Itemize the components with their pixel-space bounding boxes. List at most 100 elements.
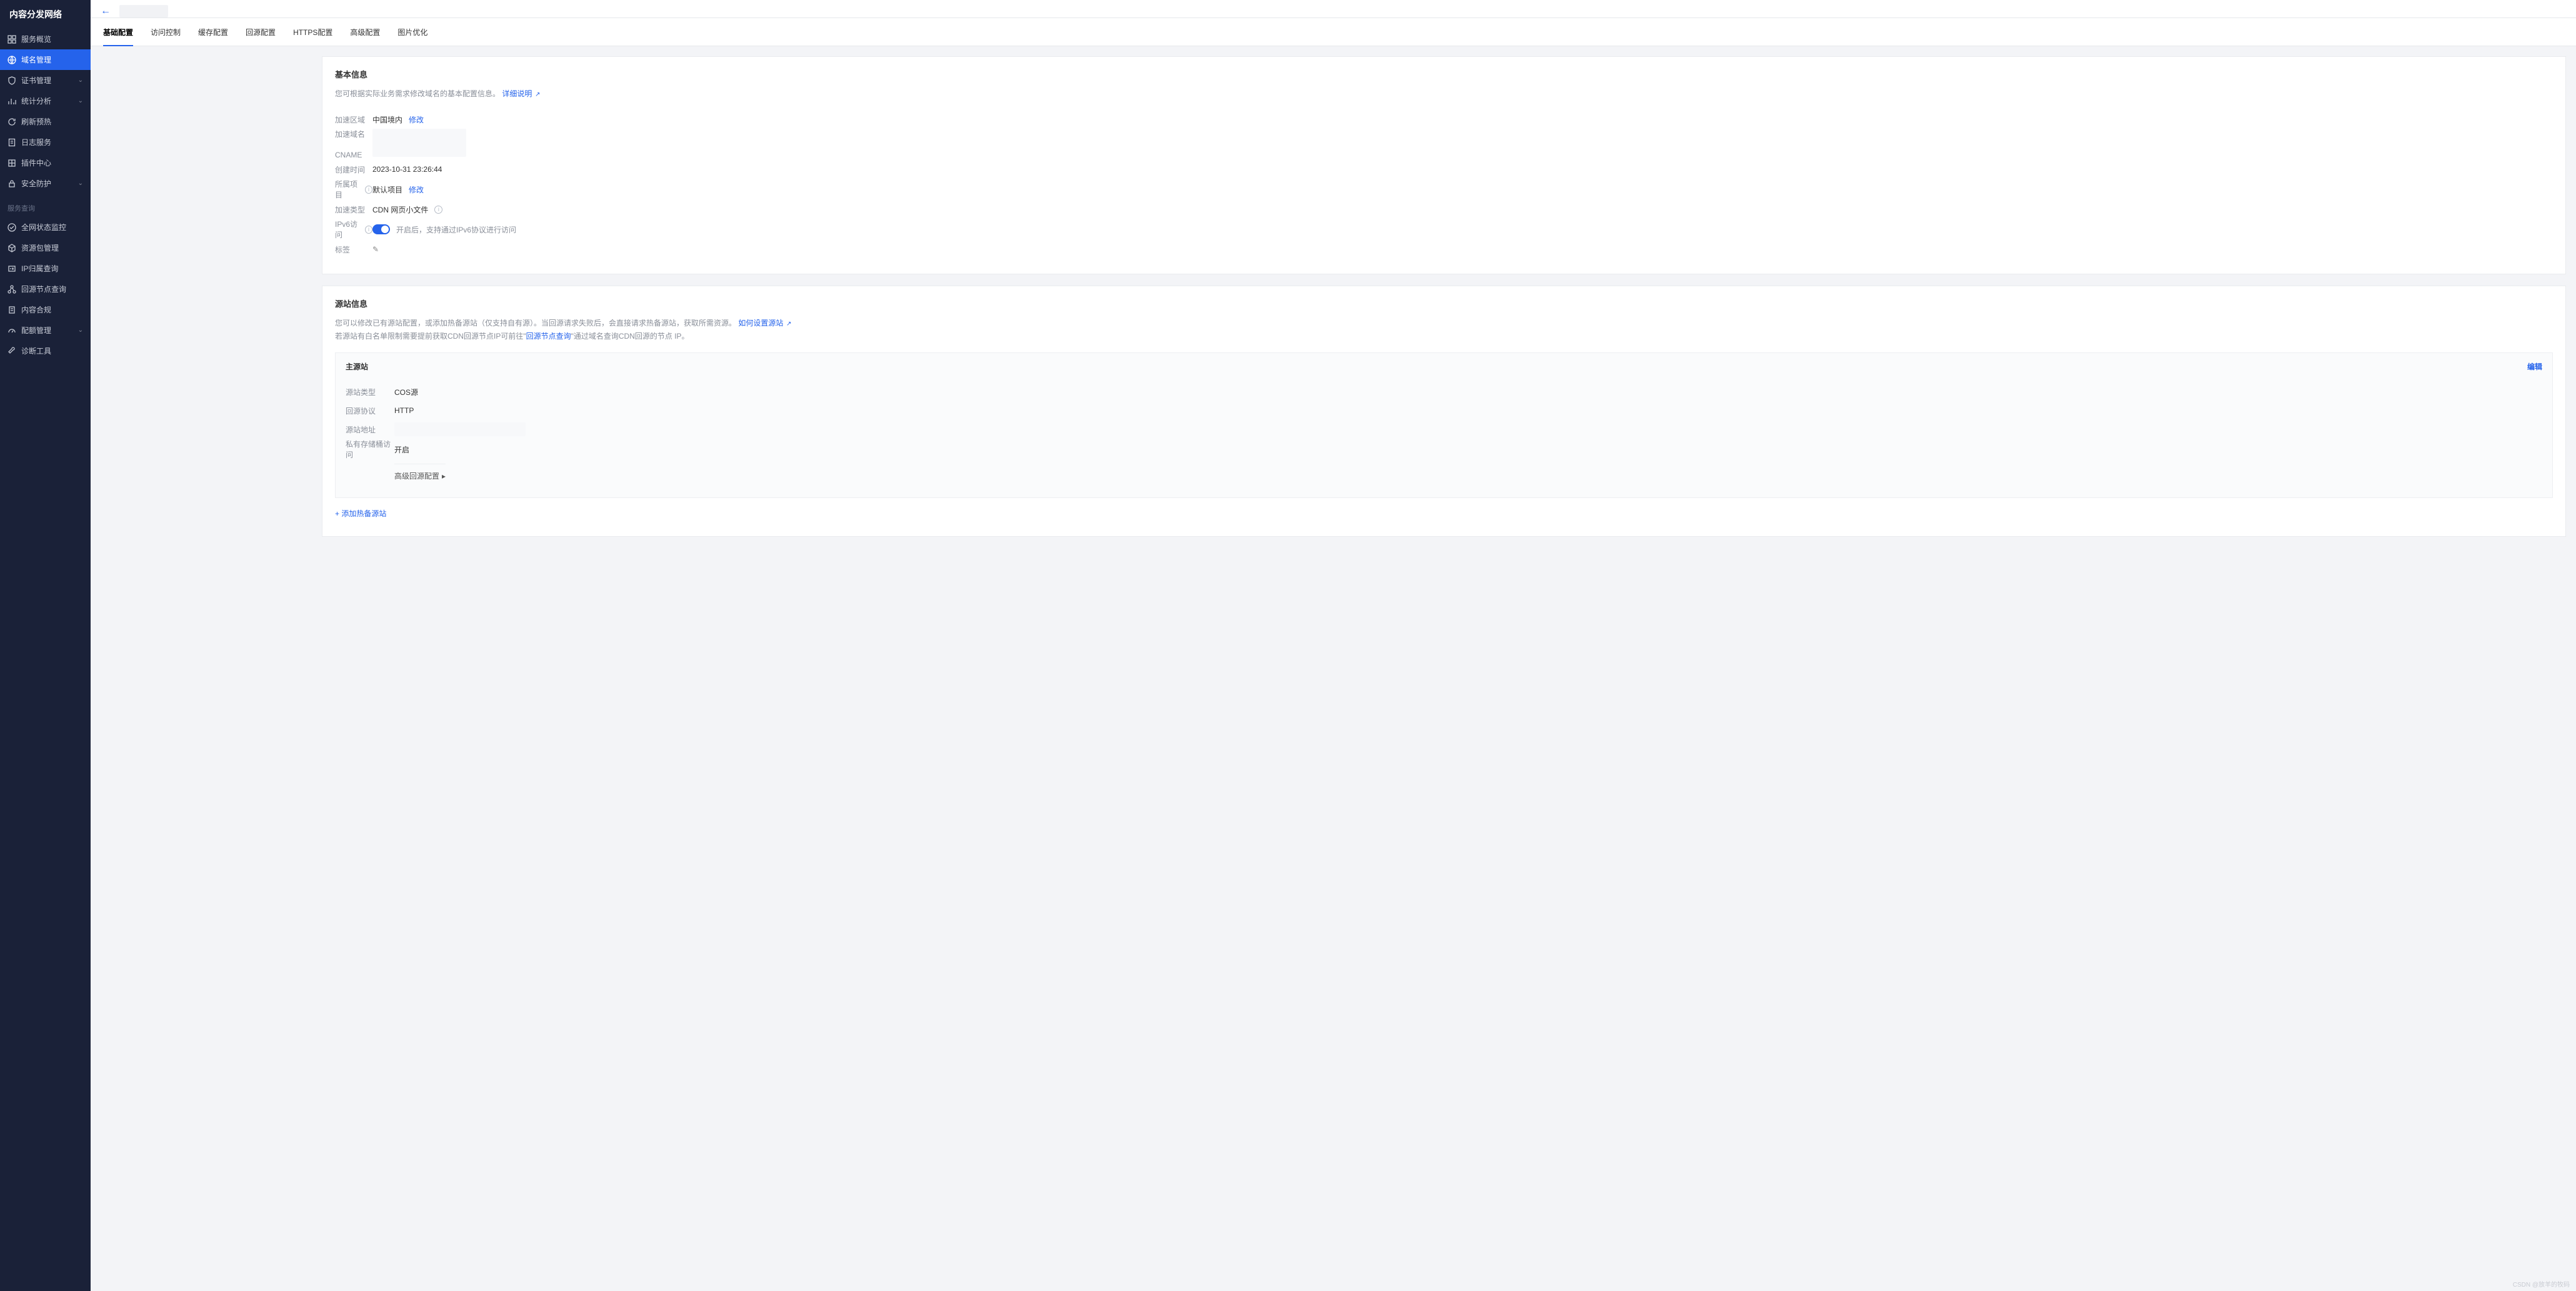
- lock-icon: [7, 179, 16, 188]
- edit-tag-icon[interactable]: ✎: [372, 245, 379, 254]
- sidebar-item-netmon[interactable]: 全网状态监控: [0, 217, 91, 237]
- sidebar-item-cert[interactable]: 证书管理 ⌄: [0, 70, 91, 91]
- info-icon[interactable]: i: [365, 226, 372, 234]
- sidebar-item-label: 安全防护: [21, 178, 51, 189]
- ipv6-toggle[interactable]: [372, 224, 390, 234]
- chevron-down-icon: ⌄: [78, 97, 83, 104]
- sidebar-item-origin-node[interactable]: 回源节点查询: [0, 279, 91, 299]
- sidebar-item-security[interactable]: 安全防护 ⌄: [0, 173, 91, 194]
- sidebar-item-domain[interactable]: 域名管理: [0, 49, 91, 70]
- sidebar-item-label: 统计分析: [21, 96, 51, 106]
- chevron-down-icon: ⌄: [78, 327, 83, 334]
- package-icon: [7, 244, 16, 252]
- external-link-icon: ↗: [533, 91, 540, 98]
- chevron-down-icon: ⌄: [78, 77, 83, 84]
- tab-image[interactable]: 图片优化: [397, 19, 427, 46]
- main: ← 基础配置 访问控制 缓存配置 回源配置 HTTPS配置 高级配置 图片优化 …: [91, 0, 2576, 1291]
- detail-link[interactable]: 详细说明 ↗: [502, 89, 540, 98]
- tab-https[interactable]: HTTPS配置: [293, 19, 332, 46]
- watermark: CSDN @放羊的牧码: [2513, 1279, 2570, 1289]
- sidebar-item-label: 配额管理: [21, 325, 51, 336]
- card-desc: 您可以修改已有源站配置，或添加热备源站（仅支持自有源）。当回源请求失败后，会直接…: [335, 317, 2553, 342]
- sidebar-item-label: 资源包管理: [21, 242, 59, 253]
- row-accel-type: 加速类型 CDN 网页小文件 i: [335, 200, 2553, 219]
- plugin-icon: [7, 159, 16, 167]
- basic-info-card: 基本信息 您可根据实际业务需求修改域名的基本配置信息。 详细说明 ↗ 加速区域 …: [322, 56, 2566, 274]
- sidebar-item-label: 日志服务: [21, 137, 51, 147]
- project-modify-link[interactable]: 修改: [409, 184, 424, 195]
- sidebar-item-overview[interactable]: 服务概览: [0, 29, 91, 49]
- tabs: 基础配置 访问控制 缓存配置 回源配置 HTTPS配置 高级配置 图片优化: [91, 18, 2576, 46]
- ipv6-hint: 开启后，支持通过IPv6协议进行访问: [396, 224, 516, 235]
- sidebar-item-compliance[interactable]: 内容合规: [0, 299, 91, 320]
- sidebar-item-resource[interactable]: 资源包管理: [0, 237, 91, 258]
- sidebar-item-label: 内容合规: [21, 304, 51, 315]
- chart-icon: [7, 97, 16, 106]
- sidebar-item-label: 回源节点查询: [21, 284, 66, 294]
- topbar: ←: [91, 0, 2576, 18]
- tab-origin[interactable]: 回源配置: [246, 19, 276, 46]
- sidebar-item-label: 诊断工具: [21, 346, 51, 356]
- info-icon[interactable]: i: [365, 186, 372, 194]
- card-title: 基本信息: [335, 68, 2553, 80]
- add-backup-origin-link[interactable]: + 添加热备源站: [335, 506, 2553, 521]
- gauge-icon: [7, 326, 16, 335]
- edit-origin-link[interactable]: 编辑: [2527, 361, 2542, 372]
- monitor-icon: [7, 223, 16, 232]
- row-domain-cname: 加速域名 CNAME: [335, 129, 2553, 160]
- origin-type-value: COS源: [394, 387, 418, 397]
- origin-info-card: 源站信息 您可以修改已有源站配置，或添加热备源站（仅支持自有源）。当回源请求失败…: [322, 286, 2566, 537]
- content: 基本信息 您可根据实际业务需求修改域名的基本配置信息。 详细说明 ↗ 加速区域 …: [91, 46, 2576, 556]
- row-ipv6: IPv6访问i 开启后，支持通过IPv6协议进行访问: [335, 219, 2553, 240]
- grid-icon: [7, 35, 16, 44]
- tab-basic[interactable]: 基础配置: [103, 19, 133, 46]
- row-project: 所属项目i 默认项目 修改: [335, 179, 2553, 200]
- refresh-icon: [7, 117, 16, 126]
- sidebar-item-ip[interactable]: IP归属查询: [0, 258, 91, 279]
- row-expander: 高级回源配置 ▸: [346, 460, 2542, 491]
- howto-origin-link[interactable]: 如何设置源站 ↗: [738, 319, 791, 327]
- sidebar-item-logs[interactable]: 日志服务: [0, 132, 91, 152]
- sidebar-group-label: 服务查询: [0, 194, 91, 217]
- sidebar-item-label: 证书管理: [21, 75, 51, 86]
- tab-cache[interactable]: 缓存配置: [198, 19, 228, 46]
- row-tag: 标签 ✎: [335, 240, 2553, 259]
- row-created: 创建时间 2023-10-31 23:26:44: [335, 160, 2553, 179]
- origin-proto-value: HTTP: [394, 406, 414, 415]
- tab-advanced[interactable]: 高级配置: [350, 19, 380, 46]
- row-region: 加速区域 中国境内 修改: [335, 110, 2553, 129]
- region-modify-link[interactable]: 修改: [409, 114, 424, 125]
- sidebar-title: 内容分发网络: [0, 0, 91, 29]
- doc-icon: [7, 306, 16, 314]
- chevron-down-icon: ⌄: [78, 180, 83, 187]
- created-value: 2023-10-31 23:26:44: [372, 165, 442, 174]
- sidebar: 内容分发网络 服务概览 域名管理 证书管理 ⌄ 统计分析 ⌄ 刷新预热 日志服务…: [0, 0, 91, 1291]
- row-origin-proto: 回源协议 HTTP: [346, 401, 2542, 420]
- row-bucket-access: 私有存储桶访问 开启: [346, 439, 2542, 460]
- row-origin-type: 源站类型 COS源: [346, 382, 2542, 401]
- advanced-origin-expander[interactable]: 高级回源配置 ▸: [394, 464, 446, 491]
- domain-cname-redacted: [372, 129, 466, 157]
- origin-addr-redacted: [394, 422, 526, 436]
- card-desc: 您可根据实际业务需求修改域名的基本配置信息。 详细说明 ↗: [335, 87, 2553, 100]
- sidebar-item-label: 刷新预热: [21, 116, 51, 127]
- card-title: 源站信息: [335, 297, 2553, 309]
- sidebar-item-plugin[interactable]: 插件中心: [0, 152, 91, 173]
- tab-access[interactable]: 访问控制: [151, 19, 181, 46]
- shield-icon: [7, 76, 16, 85]
- sidebar-item-quota[interactable]: 配额管理 ⌄: [0, 320, 91, 341]
- external-link-icon: ↗: [784, 321, 791, 327]
- sidebar-item-stats[interactable]: 统计分析 ⌄: [0, 91, 91, 111]
- ip-icon: [7, 264, 16, 273]
- back-arrow-icon[interactable]: ←: [101, 6, 111, 17]
- wrench-icon: [7, 347, 16, 356]
- node-icon: [7, 285, 16, 294]
- sidebar-item-refresh[interactable]: 刷新预热: [0, 111, 91, 132]
- domain-name-redacted: [119, 5, 168, 17]
- sidebar-item-label: 域名管理: [21, 54, 51, 65]
- chevron-right-icon: ▸: [442, 472, 446, 481]
- info-icon[interactable]: i: [434, 206, 442, 214]
- origin-node-query-link[interactable]: 回源节点查询: [526, 332, 571, 341]
- file-icon: [7, 138, 16, 147]
- sidebar-item-diag[interactable]: 诊断工具: [0, 341, 91, 361]
